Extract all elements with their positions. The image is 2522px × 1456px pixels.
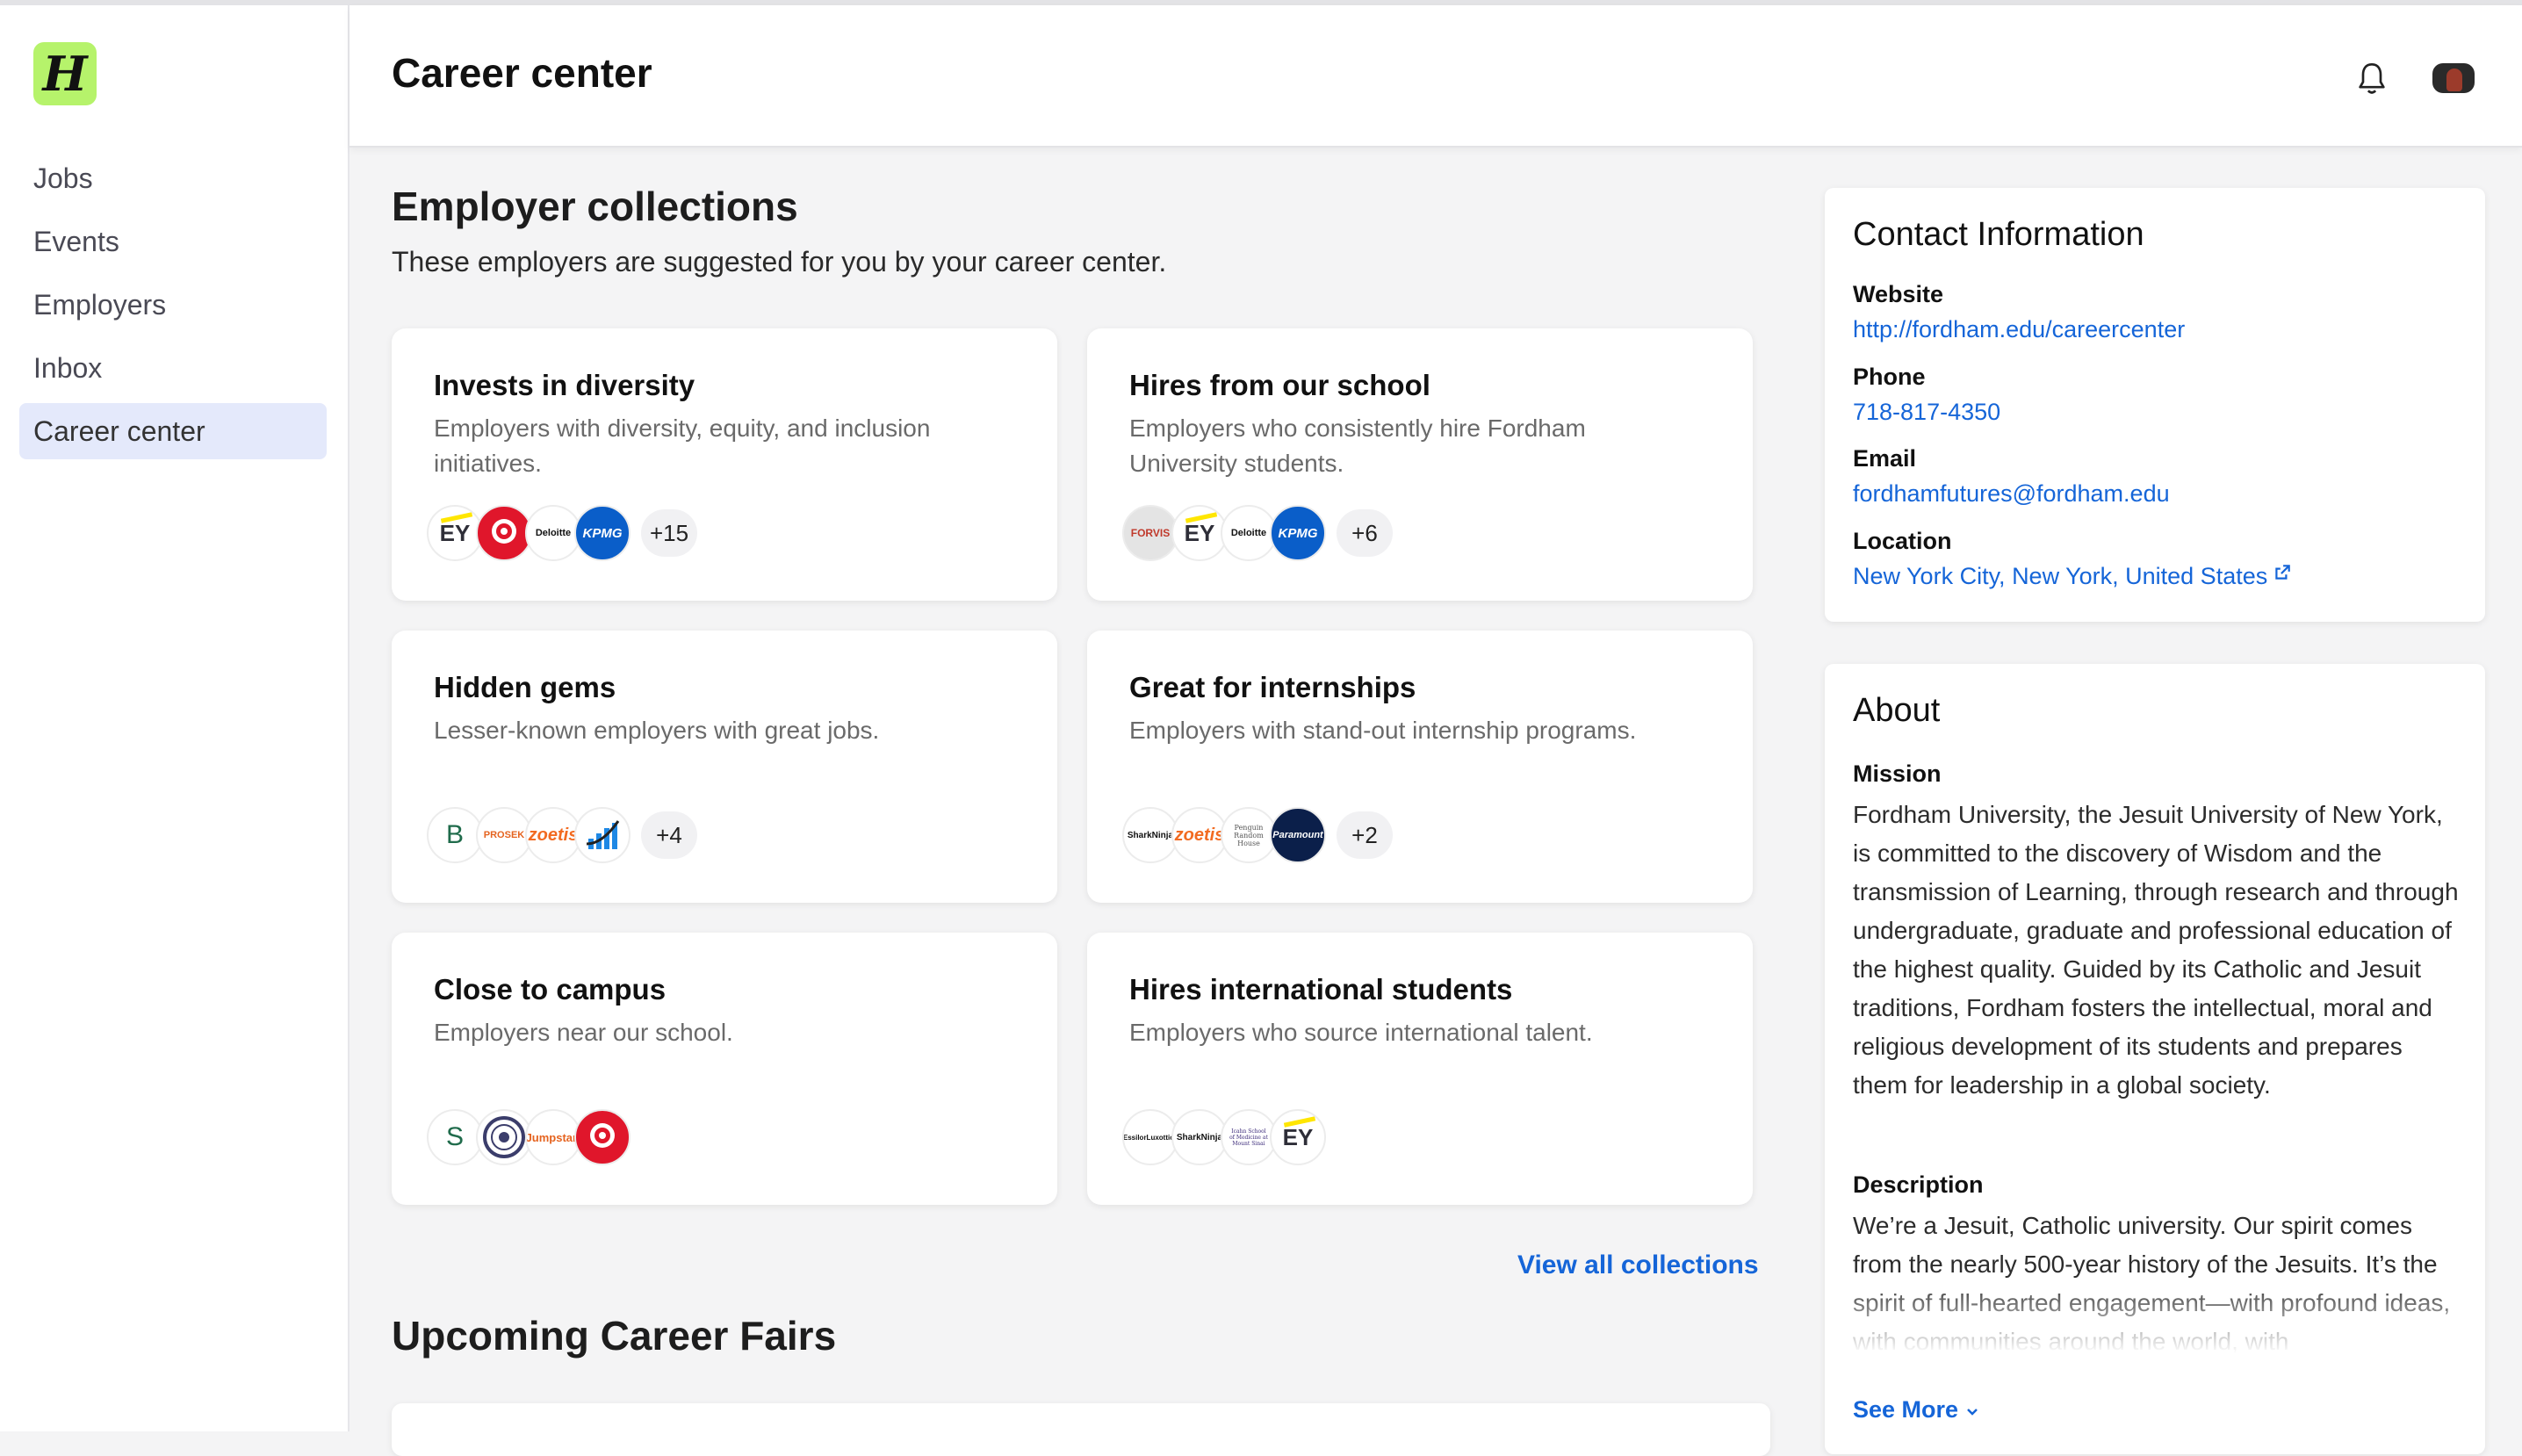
mission-label: Mission [1853, 760, 1942, 787]
employer-logo-sharkninja: SharkNinja [1122, 807, 1178, 863]
collection-card-description: Employers with stand-out internship prog… [1129, 717, 1637, 744]
phone-link[interactable]: 718-817-4350 [1853, 399, 2000, 426]
sidebar-item-events[interactable]: Events [19, 213, 327, 270]
employer-logo-penguin-random-house: Penguin Random House [1221, 807, 1277, 863]
sidebar-nav: Jobs Events Employers Inbox Career cente… [19, 150, 327, 466]
logo-letter: H [42, 46, 88, 102]
employer-logo-s: S [427, 1109, 483, 1165]
collection-card-description: Employers who consistently hire Fordham … [1129, 414, 1586, 477]
employer-logo-mount-sinai: Icahn School of Medicine at Mount Sinai [1221, 1109, 1277, 1165]
website-label: Website [1853, 281, 1944, 307]
collection-card-international-students[interactable]: Hires international students Employers w… [1087, 933, 1753, 1205]
contact-information-panel: Contact Information Website http://fordh… [1825, 188, 2485, 622]
sidebar-item-jobs[interactable]: Jobs [19, 150, 327, 206]
employer-logo-zoetis: zoetis [1171, 807, 1228, 863]
description-fade [1825, 1279, 2485, 1366]
employer-logo-forvis: FORVIS [1122, 505, 1178, 561]
employer-logo-deloitte: Deloitte [1221, 505, 1277, 561]
collection-card-description: Lesser-known employers with great jobs. [434, 717, 880, 744]
collection-card-title: Invests in diversity [434, 369, 695, 401]
more-employers-count: +4 [641, 811, 697, 859]
mission-text: Fordham University, the Jesuit Universit… [1853, 801, 2459, 1099]
see-more-button[interactable]: See More [1853, 1396, 1979, 1424]
about-title: About [1853, 692, 1941, 729]
website-link[interactable]: http://fordham.edu/careercenter [1853, 316, 2185, 343]
more-employers-count: +6 [1337, 509, 1393, 557]
employer-logo-prosek: PROSEK [476, 807, 532, 863]
description-label: Description [1853, 1171, 1984, 1198]
employer-logo-paramount: Paramount [1270, 807, 1326, 863]
employer-logo-target [574, 1109, 630, 1165]
avatar[interactable] [2432, 63, 2475, 93]
app-logo[interactable]: H [33, 42, 97, 105]
sidebar-item-employers[interactable]: Employers [19, 277, 327, 333]
collection-card-title: Hidden gems [434, 671, 616, 703]
employer-logo-deloitte: Deloitte [525, 505, 581, 561]
view-all-collections-link[interactable]: View all collections [1517, 1251, 1759, 1280]
external-link-icon [2275, 564, 2291, 580]
location-label: Location [1853, 528, 1952, 554]
sidebar: H Jobs Events Employers Inbox Career cen… [0, 5, 349, 1431]
employer-logo-zoetis: zoetis [525, 807, 581, 863]
email-link[interactable]: fordhamfutures@fordham.edu [1853, 480, 2170, 508]
bell-icon[interactable] [2354, 60, 2389, 98]
employer-logo-target [476, 505, 532, 561]
location-text: New York City, New York, United States [1853, 563, 2268, 589]
collection-card-title: Great for internships [1129, 671, 1416, 703]
email-label: Email [1853, 445, 1917, 472]
collection-card-internships[interactable]: Great for internships Employers with sta… [1087, 631, 1753, 903]
collection-card-title: Close to campus [434, 973, 667, 1006]
employer-logo-jumpstart: Jumpstart [525, 1109, 581, 1165]
career-fair-card[interactable] [392, 1403, 1770, 1456]
section-title-employer-collections: Employer collections [392, 184, 798, 229]
contact-information-title: Contact Information [1853, 216, 2144, 253]
collection-card-description: Employers with diversity, equity, and in… [434, 414, 931, 477]
collection-card-hidden-gems[interactable]: Hidden gems Lesser-known employers with … [392, 631, 1057, 903]
employer-logo-kpmg: KPMG [574, 505, 630, 561]
employer-logo-stack: EY Deloitte KPMG +15 [427, 504, 697, 562]
employer-logo-sharkninja: SharkNinja [1171, 1109, 1228, 1165]
employer-logo-ey: EY [1171, 505, 1228, 561]
employer-logo-ey: EY [427, 505, 483, 561]
section-title-upcoming-career-fairs: Upcoming Career Fairs [392, 1313, 837, 1359]
collection-card-hires-from-school[interactable]: Hires from our school Employers who cons… [1087, 328, 1753, 601]
employer-logo-stack: EssilorLuxottica SharkNinja Icahn School… [1122, 1108, 1326, 1166]
about-panel: About Mission Fordham University, the Je… [1825, 664, 2485, 1454]
employer-logo-stack: B PROSEK zoetis +4 [427, 806, 697, 864]
see-more-label: See More [1853, 1396, 1959, 1423]
collection-card-description: Employers who source international talen… [1129, 1019, 1593, 1046]
collection-card-description: Employers near our school. [434, 1019, 733, 1046]
employer-logo-ey: EY [1270, 1109, 1326, 1165]
sidebar-item-career-center[interactable]: Career center [19, 403, 327, 459]
more-employers-count: +15 [641, 509, 697, 557]
employer-logo-kpmg: KPMG [1270, 505, 1326, 561]
page-title: Career center [392, 50, 652, 96]
section-subtitle: These employers are suggested for you by… [392, 246, 1167, 278]
employer-logo-essilorluxottica: EssilorLuxottica [1122, 1109, 1178, 1165]
employer-logo-seal [476, 1109, 532, 1165]
sidebar-item-inbox[interactable]: Inbox [19, 340, 327, 396]
collection-card-title: Hires from our school [1129, 369, 1430, 401]
location-link[interactable]: New York City, New York, United States [1853, 563, 2292, 590]
employer-logo-stack: FORVIS EY Deloitte KPMG +6 [1122, 504, 1393, 562]
chevron-down-icon [1966, 1409, 1978, 1416]
employer-logo-chart [574, 807, 630, 863]
page-header: Career center [349, 5, 2522, 148]
employer-logo-stack: SharkNinja zoetis Penguin Random House P… [1122, 806, 1393, 864]
collection-card-title: Hires international students [1129, 973, 1513, 1006]
employer-logo-stack: S Jumpstart [427, 1108, 630, 1166]
phone-label: Phone [1853, 364, 1926, 390]
collection-card-close-to-campus[interactable]: Close to campus Employers near our schoo… [392, 933, 1057, 1205]
employer-logo-b: B [427, 807, 483, 863]
more-employers-count: +2 [1337, 811, 1393, 859]
collection-card-diversity[interactable]: Invests in diversity Employers with dive… [392, 328, 1057, 601]
